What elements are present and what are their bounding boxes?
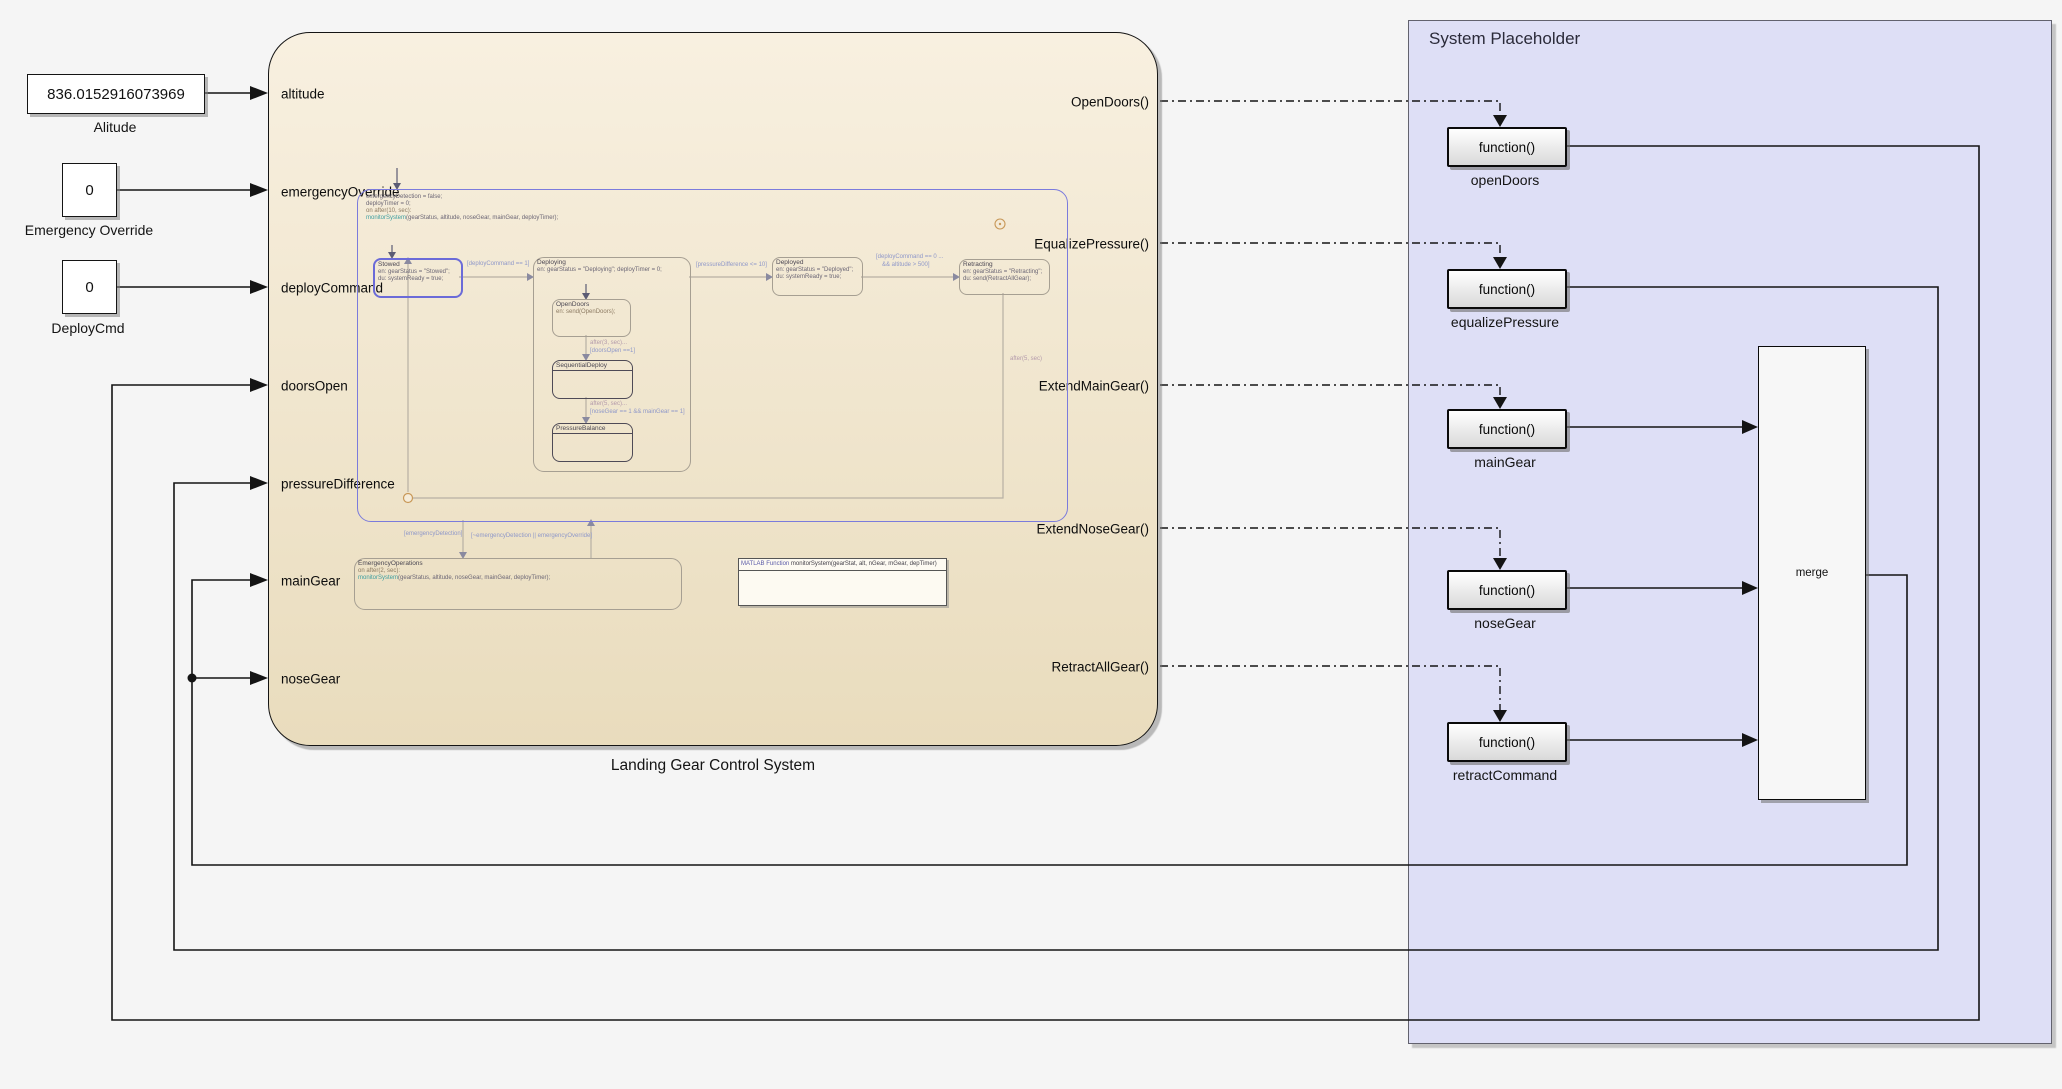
event-opendoors — [1160, 101, 1500, 115]
fn-label-maingear: mainGear — [1474, 454, 1535, 470]
fn-block-equalizepressure[interactable]: function() — [1447, 269, 1567, 309]
merge-block[interactable]: merge — [1758, 346, 1866, 800]
state-emergency-operations[interactable]: EmergencyOperations on after(2, sec): mo… — [354, 558, 682, 610]
state-open-doors[interactable]: OpenDoors en: send(OpenDoors); — [552, 299, 631, 337]
state-retracting[interactable]: Retracting en: gearStatus = "Retracting"… — [959, 259, 1050, 295]
label-deployed-to-retracting-1: [deployCommand == 0 ... — [876, 254, 943, 261]
branch-dot — [188, 674, 197, 683]
state-stowed[interactable]: Stowed en: gearStatus = "Stowed"; du: sy… — [373, 258, 463, 298]
event-extendnosegear — [1160, 528, 1500, 558]
constant-deploycmd-label: DeployCmd — [51, 320, 124, 336]
outport-retract-all-gear[interactable]: RetractAllGear() — [1051, 660, 1149, 675]
inport-main-gear[interactable]: mainGear — [281, 574, 340, 589]
constant-emergency-override[interactable]: 0 — [62, 163, 117, 217]
outport-extend-nose-gear[interactable]: ExtendNoseGear() — [1036, 522, 1149, 537]
outport-open-doors[interactable]: OpenDoors() — [1071, 95, 1149, 110]
label-deployed-to-retracting-2: && altitude > 500] — [882, 262, 930, 269]
matlab-fn-tag: MATLAB Function — [741, 561, 789, 567]
inport-altitude[interactable]: altitude — [281, 87, 325, 102]
label-doors-after: after(3, sec)... — [590, 340, 627, 347]
label-seq-after: after(5, sec)... — [590, 401, 627, 408]
event-equalizepressure — [1160, 243, 1500, 257]
label-seq-cond: [noseGear == 1 && mainGear == 1] — [590, 409, 685, 416]
matlab-function-block[interactable]: MATLAB Function monitorSystem(gearStat, … — [738, 558, 947, 606]
label-from-emergency: [~emergencyDetection || emergencyOverrid… — [471, 533, 592, 540]
state-sequential-deploy[interactable]: SequentialDeploy — [552, 360, 633, 399]
fn-block-opendoors[interactable]: function() — [1447, 127, 1567, 167]
fn-label-equalizepressure: equalizePressure — [1451, 314, 1559, 330]
event-extendmaingear — [1160, 385, 1500, 397]
stateflow-chart-block[interactable]: altitude emergencyOverride deployCommand… — [268, 32, 1158, 746]
constant-emergency-value: 0 — [85, 182, 93, 199]
constant-deploycmd[interactable]: 0 — [62, 260, 117, 314]
state-gear-superstate[interactable] — [357, 189, 1068, 522]
label-doors-cond: [doorsOpen ==1] — [590, 348, 635, 355]
chart-title: Landing Gear Control System — [611, 757, 815, 775]
constant-altitude-label: Alitude — [94, 119, 137, 135]
fn-block-maingear[interactable]: function() — [1447, 409, 1567, 449]
superstate-entry-text: emergencyDetection = false; deployTimer … — [363, 194, 558, 222]
matlab-fn-signature: monitorSystem(gearStat, alt, nGear, mGea… — [789, 561, 937, 567]
state-pressure-balance[interactable]: PressureBalance — [552, 423, 633, 462]
constant-deploycmd-value: 0 — [85, 279, 93, 296]
constant-altitude[interactable]: 836.0152916073969 — [27, 74, 205, 114]
inport-nose-gear[interactable]: noseGear — [281, 672, 340, 687]
label-to-emergency: [emergencyDetection] — [404, 531, 462, 538]
label-deploying-to-deployed: [pressureDifference <= 10] — [696, 262, 767, 269]
state-deployed[interactable]: Deployed en: gearStatus = "Deployed"; du… — [772, 257, 863, 296]
fn-label-opendoors: openDoors — [1471, 172, 1540, 188]
constant-altitude-value: 836.0152916073969 — [47, 86, 185, 103]
fn-label-nosegear: noseGear — [1474, 615, 1535, 631]
label-stowed-to-deploying: [deployCommand == 1] — [467, 261, 529, 268]
label-retracting-after: after(5, sec) — [1010, 356, 1042, 363]
fn-block-retractcommand[interactable]: function() — [1447, 722, 1567, 762]
fn-block-nosegear[interactable]: function() — [1447, 570, 1567, 610]
fn-label-retractcommand: retractCommand — [1453, 767, 1557, 783]
simulink-diagram: System Placeholder — [0, 0, 2062, 1089]
constant-emergency-label: Emergency Override — [25, 222, 153, 238]
event-retractallgear — [1160, 666, 1500, 710]
inport-doors-open[interactable]: doorsOpen — [281, 379, 348, 394]
